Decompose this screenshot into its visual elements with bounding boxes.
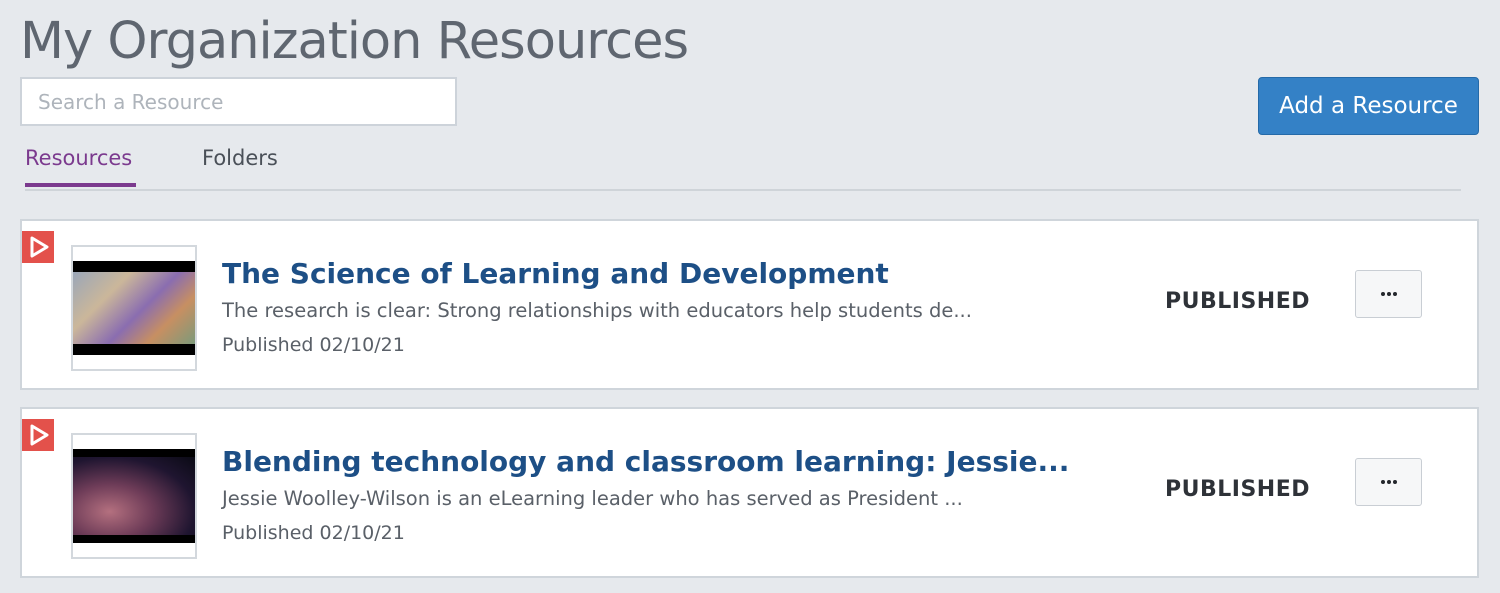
play-icon [22,231,54,263]
resource-card: Blending technology and classroom learni… [20,407,1479,578]
resource-description: The research is clear: Strong relationsh… [222,299,972,322]
resource-thumbnail[interactable] [71,245,197,371]
resource-title[interactable]: The Science of Learning and Development [222,256,889,292]
more-options-button[interactable] [1355,270,1422,318]
more-icon [1356,271,1421,317]
tab-bar: Resources Folders [25,140,1461,191]
resource-card: The Science of Learning and Development … [20,219,1479,390]
more-icon [1356,459,1421,505]
video-still [73,261,195,355]
resource-title[interactable]: Blending technology and classroom learni… [222,444,1069,480]
resource-description: Jessie Woolley-Wilson is an eLearning le… [222,487,963,510]
search-input[interactable] [20,77,457,126]
more-options-button[interactable] [1355,458,1422,506]
play-icon [22,419,54,451]
tab-resources[interactable]: Resources [25,144,132,172]
add-resource-button[interactable]: Add a Resource [1258,77,1479,135]
status-label: PUBLISHED [1165,289,1311,314]
active-tab-indicator [25,183,136,187]
page-title: My Organization Resources [20,12,689,71]
tab-folders[interactable]: Folders [202,144,278,172]
resource-thumbnail[interactable] [71,433,197,559]
resource-published-date: Published 02/10/21 [222,334,405,356]
resource-published-date: Published 02/10/21 [222,522,405,544]
status-label: PUBLISHED [1165,477,1311,502]
video-still [73,449,195,543]
